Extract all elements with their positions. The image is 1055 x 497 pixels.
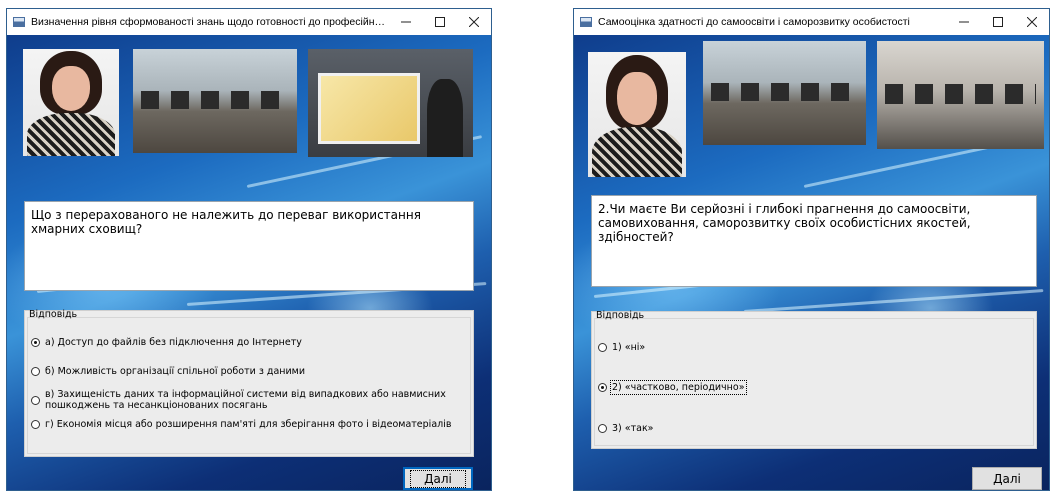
answers-groupbox: Відповідь 1) «ні» 2) «частково, періодич… bbox=[591, 310, 1037, 449]
close-button[interactable] bbox=[457, 9, 491, 35]
answers-groupbox: Відповідь а) Доступ до файлів без підклю… bbox=[24, 309, 474, 457]
answer-option-a[interactable]: а) Доступ до файлів без підключення до І… bbox=[31, 337, 469, 348]
maximize-icon bbox=[993, 17, 1003, 27]
radio-button[interactable] bbox=[598, 343, 607, 352]
close-icon bbox=[469, 17, 479, 27]
presentation-photo bbox=[308, 49, 473, 157]
close-icon bbox=[1027, 17, 1037, 27]
minimize-icon bbox=[401, 21, 411, 23]
question-text: 2.Чи маєте Ви серйозні і глибокі прагнен… bbox=[591, 195, 1037, 287]
next-button[interactable]: Далі bbox=[972, 467, 1042, 490]
window-title: Самооцінка здатності до самоосвіти і сам… bbox=[598, 16, 910, 28]
title-bar[interactable]: Самооцінка здатності до самоосвіти і сам… bbox=[574, 9, 1049, 35]
minimize-icon bbox=[959, 21, 969, 23]
test-window-knowledge: Визначення рівня сформованості знань щод… bbox=[6, 8, 492, 491]
radio-button[interactable] bbox=[31, 338, 40, 347]
computer-class-photo bbox=[133, 49, 297, 153]
next-button[interactable]: Далі bbox=[403, 467, 473, 490]
answer-option-d[interactable]: г) Економія місця або розширення пам'яті… bbox=[31, 419, 469, 430]
title-bar[interactable]: Визначення рівня сформованості знань щод… bbox=[7, 9, 491, 35]
computer-class-photo bbox=[703, 41, 866, 145]
radio-button[interactable] bbox=[598, 424, 607, 433]
maximize-icon bbox=[435, 17, 445, 27]
close-button[interactable] bbox=[1015, 9, 1049, 35]
radio-button[interactable] bbox=[31, 420, 40, 429]
students-at-computers-photo bbox=[877, 41, 1044, 149]
maximize-button[interactable] bbox=[423, 9, 457, 35]
radio-button[interactable] bbox=[598, 383, 607, 392]
window-client-area: 2.Чи маєте Ви серйозні і глибокі прагнен… bbox=[574, 35, 1049, 490]
app-icon bbox=[13, 17, 25, 27]
answers-label: Відповідь bbox=[596, 310, 645, 321]
answers-label: Відповідь bbox=[29, 309, 78, 320]
teacher-portrait-photo bbox=[588, 52, 686, 177]
window-title: Визначення рівня сформованості знань щод… bbox=[31, 16, 389, 28]
minimize-button[interactable] bbox=[947, 9, 981, 35]
answer-option-1[interactable]: 1) «ні» bbox=[598, 342, 1028, 353]
radio-button[interactable] bbox=[31, 367, 40, 376]
radio-button[interactable] bbox=[31, 395, 40, 405]
answer-option-b[interactable]: б) Можливість організації спільної робот… bbox=[31, 366, 469, 377]
question-text: Що з перерахованого не належить до перев… bbox=[24, 201, 474, 291]
minimize-button[interactable] bbox=[389, 9, 423, 35]
maximize-button[interactable] bbox=[981, 9, 1015, 35]
window-client-area: Що з перерахованого не належить до перев… bbox=[7, 35, 491, 490]
test-window-self-assessment: Самооцінка здатності до самоосвіти і сам… bbox=[573, 8, 1050, 491]
answer-option-2[interactable]: 2) «частково, періодично» bbox=[598, 380, 1028, 395]
answer-option-3[interactable]: 3) «так» bbox=[598, 423, 1028, 434]
teacher-portrait-photo bbox=[23, 49, 119, 156]
answer-option-c[interactable]: в) Захищеність даних та інформаційної си… bbox=[31, 389, 469, 411]
app-icon bbox=[580, 17, 592, 27]
background-streak bbox=[743, 289, 1044, 313]
